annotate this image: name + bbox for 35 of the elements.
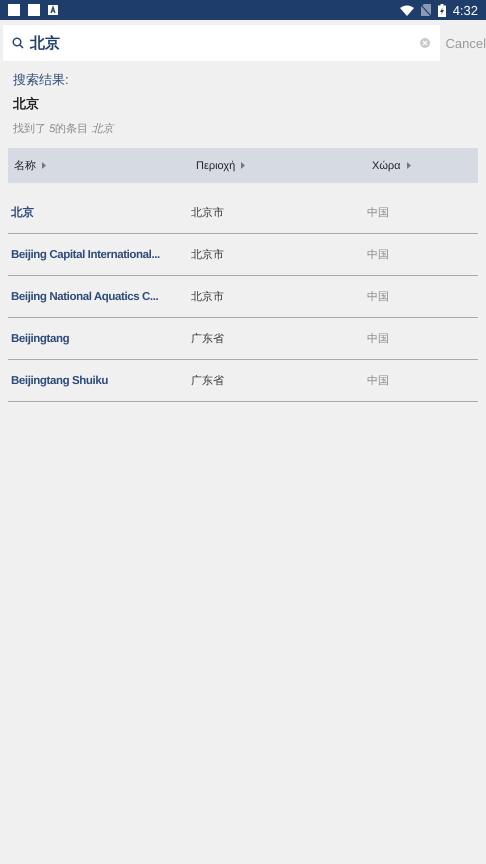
- clock-time: 4:32: [452, 2, 478, 18]
- sort-icon[interactable]: [241, 162, 246, 169]
- table-cell-text: 北京市: [190, 290, 225, 304]
- notification-icon: [48, 5, 58, 15]
- table-cell-text: 中国: [366, 248, 390, 262]
- no-sim-icon: [420, 4, 431, 16]
- column-header[interactable]: Χώρα: [372, 160, 401, 172]
- table-cell-text: 中国: [366, 332, 390, 346]
- table-cell-text: 北京市: [190, 206, 225, 220]
- results-heading: 搜索结果:: [13, 71, 70, 89]
- search-icon: [12, 37, 24, 49]
- search-field[interactable]: 北京: [3, 25, 440, 61]
- table-cell-text: 广东省: [190, 332, 225, 346]
- results-summary: 找到了 5的条目 北京: [13, 122, 116, 136]
- notification-icon: [28, 4, 40, 16]
- search-query: 北京: [13, 95, 40, 113]
- table-cell-text: 广东省: [190, 374, 225, 388]
- place-name-link[interactable]: Beijingtang Shuiku: [8, 374, 190, 386]
- search-field[interactable]: 北京: [30, 34, 414, 52]
- table-cell-text: 中国: [366, 290, 390, 304]
- table-cell-text: 中国: [366, 374, 390, 388]
- table-cell-text: 中国: [366, 206, 390, 220]
- place-name-link[interactable]: 北京: [8, 205, 190, 220]
- sort-icon[interactable]: [42, 162, 46, 169]
- column-header[interactable]: 名称: [14, 158, 36, 173]
- battery-charging-icon: [438, 4, 446, 16]
- notification-icon: [8, 4, 20, 16]
- place-name-link[interactable]: Beijing Capital International...: [8, 248, 190, 260]
- column-header[interactable]: Περιοχή: [196, 160, 236, 172]
- place-name-link[interactable]: Beijing National Aquatics C...: [8, 290, 190, 302]
- table-cell-text: 北京市: [190, 248, 225, 262]
- clear-icon[interactable]: [420, 38, 430, 48]
- wifi-icon: [400, 4, 414, 16]
- sort-icon[interactable]: [406, 162, 411, 169]
- place-name-link[interactable]: Beijingtang: [8, 332, 190, 344]
